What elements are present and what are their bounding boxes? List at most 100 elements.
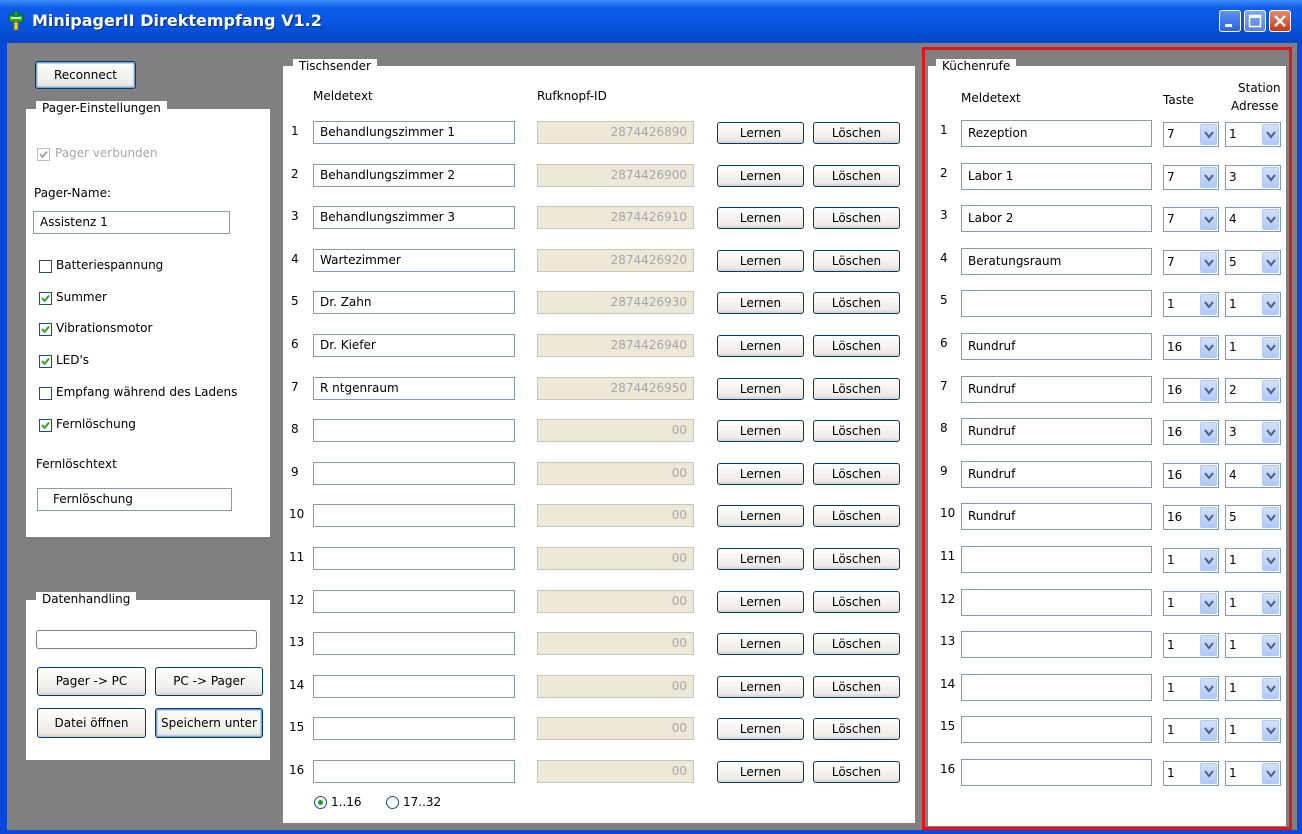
button-id-field: 2874426940 (537, 334, 694, 357)
pager-to-pc-button[interactable]: Pager -> PC (37, 667, 146, 696)
open-file-button[interactable]: Datei öffnen (37, 708, 146, 738)
button-id-field: 2874426890 (537, 121, 694, 144)
learn-button[interactable]: Lernen (717, 165, 804, 187)
row-number: 1 (291, 124, 299, 138)
remote-text-input[interactable]: Fernlöschung (37, 488, 232, 511)
button-id-field: 2874426930 (537, 291, 694, 314)
save-as-button[interactable]: Speichern unter (155, 708, 263, 738)
learn-button[interactable]: Lernen (717, 676, 804, 698)
col-header-button-id: Rufknopf-ID (537, 89, 607, 103)
delete-button[interactable]: Löschen (813, 633, 900, 655)
learn-button[interactable]: Lernen (717, 505, 804, 527)
maximize-button[interactable] (1244, 10, 1266, 32)
progress-bar (36, 630, 257, 649)
button-id-field: 00 (537, 632, 694, 655)
option-label: Vibrationsmotor (56, 321, 153, 335)
delete-button[interactable]: Löschen (813, 718, 900, 740)
button-id-field: 2874426950 (537, 377, 694, 400)
close-button[interactable] (1269, 10, 1291, 32)
row-number: 16 (289, 763, 305, 777)
app-window: MinipagerII Direktempfang V1.2 Reconnect… (0, 0, 1302, 834)
learn-button[interactable]: Lernen (717, 548, 804, 570)
delete-button[interactable]: Löschen (813, 505, 900, 527)
message-text-input[interactable]: Dr. Kiefer (313, 334, 515, 357)
delete-button[interactable]: Löschen (813, 250, 900, 272)
button-id-field: 00 (537, 717, 694, 740)
row-number: 4 (291, 252, 299, 266)
range-17-32-label: 17..32 (403, 795, 442, 809)
option-checkbox[interactable] (39, 387, 52, 400)
learn-button[interactable]: Lernen (717, 463, 804, 485)
learn-button[interactable]: Lernen (717, 292, 804, 314)
message-text-input[interactable] (313, 632, 515, 655)
message-text-input[interactable]: Dr. Zahn (313, 291, 515, 314)
title-bar[interactable]: MinipagerII Direktempfang V1.2 (0, 0, 1302, 42)
delete-button[interactable]: Löschen (813, 420, 900, 442)
learn-button[interactable]: Lernen (717, 718, 804, 740)
learn-button[interactable]: Lernen (717, 591, 804, 613)
learn-button[interactable]: Lernen (717, 633, 804, 655)
delete-button[interactable]: Löschen (813, 207, 900, 229)
message-text-input[interactable]: R ntgenraum (313, 377, 515, 400)
maximize-icon (1248, 14, 1262, 28)
message-text-input[interactable] (313, 590, 515, 613)
option-checkbox[interactable] (39, 292, 52, 305)
button-id-field: 2874426910 (537, 206, 694, 229)
delete-button[interactable]: Löschen (813, 378, 900, 400)
learn-button[interactable]: Lernen (717, 335, 804, 357)
minimize-button[interactable] (1219, 10, 1241, 32)
row-number: 2 (291, 167, 299, 181)
button-id-field: 00 (537, 675, 694, 698)
button-id-field: 00 (537, 760, 694, 783)
reconnect-button[interactable]: Reconnect (35, 61, 136, 89)
button-id-field: 00 (537, 590, 694, 613)
delete-button[interactable]: Löschen (813, 676, 900, 698)
option-checkbox[interactable] (39, 419, 52, 432)
message-text-input[interactable] (313, 462, 515, 485)
message-text-input[interactable]: Behandlungszimmer 1 (313, 121, 515, 144)
pc-to-pager-button[interactable]: PC -> Pager (155, 667, 263, 696)
button-id-field: 00 (537, 462, 694, 485)
range-1-16-radio[interactable] (314, 796, 327, 809)
row-number: 12 (289, 593, 305, 607)
learn-button[interactable]: Lernen (717, 122, 804, 144)
learn-button[interactable]: Lernen (717, 207, 804, 229)
checkmark-icon (41, 325, 50, 334)
message-text-input[interactable] (313, 419, 515, 442)
row-number: 9 (291, 465, 299, 479)
delete-button[interactable]: Löschen (813, 165, 900, 187)
delete-button[interactable]: Löschen (813, 463, 900, 485)
learn-button[interactable]: Lernen (717, 250, 804, 272)
row-number: 15 (289, 720, 305, 734)
message-text-input[interactable] (313, 760, 515, 783)
message-text-input[interactable] (313, 675, 515, 698)
delete-button[interactable]: Löschen (813, 122, 900, 144)
delete-button[interactable]: Löschen (813, 292, 900, 314)
option-checkbox[interactable] (39, 260, 52, 273)
delete-button[interactable]: Löschen (813, 335, 900, 357)
option-checkbox[interactable] (39, 355, 52, 368)
learn-button[interactable]: Lernen (717, 378, 804, 400)
message-text-input[interactable]: Behandlungszimmer 2 (313, 164, 515, 187)
checkmark-icon (41, 357, 50, 366)
delete-button[interactable]: Löschen (813, 591, 900, 613)
option-checkbox[interactable] (39, 323, 52, 336)
range-17-32-radio[interactable] (386, 796, 399, 809)
pager-name-input[interactable]: Assistenz 1 (33, 211, 230, 234)
message-text-input[interactable] (313, 547, 515, 570)
message-text-input[interactable]: Wartezimmer (313, 249, 515, 272)
message-text-input[interactable] (313, 717, 515, 740)
learn-button[interactable]: Lernen (717, 761, 804, 783)
range-1-16-label: 1..16 (331, 795, 362, 809)
learn-button[interactable]: Lernen (717, 420, 804, 442)
message-text-input[interactable] (313, 504, 515, 527)
minimize-icon (1225, 24, 1232, 27)
pager-connected-checkbox[interactable] (37, 148, 50, 161)
button-id-field: 2874426900 (537, 164, 694, 187)
row-number: 6 (291, 337, 299, 351)
pager-settings-label: Pager-Einstellungen (36, 101, 167, 115)
message-text-input[interactable]: Behandlungszimmer 3 (313, 206, 515, 229)
pager-name-label: Pager-Name: (34, 186, 111, 200)
delete-button[interactable]: Löschen (813, 548, 900, 570)
delete-button[interactable]: Löschen (813, 761, 900, 783)
